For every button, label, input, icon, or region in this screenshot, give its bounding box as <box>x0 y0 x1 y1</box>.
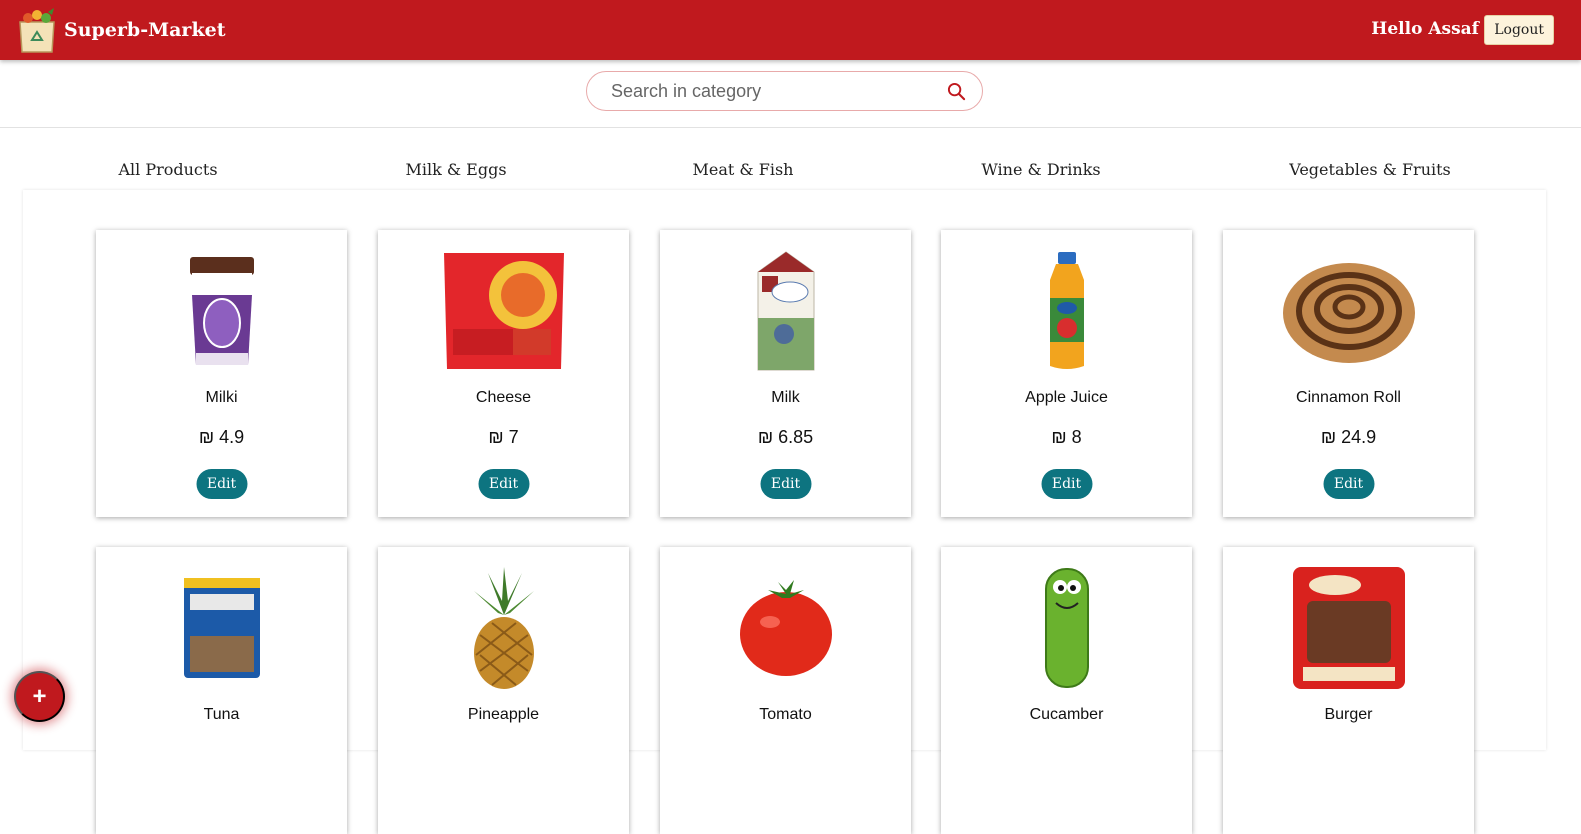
edit-button[interactable]: Edit <box>196 469 247 499</box>
product-name: Burger <box>1324 706 1373 723</box>
product-name: Tuna <box>203 706 240 723</box>
product-price: ₪ 7 <box>488 427 519 447</box>
product-card-milki[interactable]: Milki ₪ 4.9 Edit <box>96 230 347 517</box>
user-greeting: Hello Assaf <box>1371 19 1479 39</box>
product-card-burger[interactable]: Burger <box>1223 547 1474 834</box>
cucumber-image <box>997 565 1137 691</box>
edit-button[interactable]: Edit <box>1323 469 1374 499</box>
product-name: Pineapple <box>467 706 540 723</box>
product-card-tomato[interactable]: Tomato <box>660 547 911 834</box>
product-card-pineapple[interactable]: Pineapple <box>378 547 629 834</box>
product-card-milk[interactable]: Milk ₪ 6.85 Edit <box>660 230 911 517</box>
product-name: Tomato <box>759 706 812 723</box>
product-name: Cheese <box>475 389 532 406</box>
category-search-box <box>586 71 983 111</box>
tab-milk-eggs[interactable]: Milk & Eggs <box>405 160 506 179</box>
edit-button[interactable]: Edit <box>478 469 529 499</box>
shopping-bag-logo-icon <box>19 8 55 53</box>
product-price: ₪ 4.9 <box>198 427 245 447</box>
product-name: Milki <box>205 389 238 406</box>
logout-button[interactable]: Logout <box>1484 15 1554 45</box>
cheese-image <box>434 248 574 374</box>
tomato-image <box>716 565 856 691</box>
apple-juice-image <box>997 248 1137 374</box>
product-name: Cinnamon Roll <box>1296 389 1401 406</box>
product-card-tuna[interactable]: Tuna <box>96 547 347 834</box>
pineapple-image <box>434 565 574 691</box>
brand-name: Superb-Market <box>64 19 226 41</box>
milki-image <box>152 248 292 374</box>
add-product-button[interactable]: + <box>14 671 65 722</box>
product-card-cinnamon-roll[interactable]: Cinnamon Roll ₪ 24.9 Edit <box>1223 230 1474 517</box>
tab-meat-fish[interactable]: Meat & Fish <box>693 160 794 179</box>
tab-vegetables-fruits[interactable]: Vegetables & Fruits <box>1289 160 1451 179</box>
product-card-apple-juice[interactable]: Apple Juice ₪ 8 Edit <box>941 230 1192 517</box>
search-icon[interactable] <box>947 82 966 101</box>
top-navbar: Superb-Market Hello Assaf Logout <box>0 0 1581 60</box>
category-tabs: All Products Milk & Eggs Meat & Fish Win… <box>0 160 1581 186</box>
edit-button[interactable]: Edit <box>760 469 811 499</box>
product-price: ₪ 24.9 <box>1320 427 1377 447</box>
brand[interactable]: Superb-Market <box>14 6 225 54</box>
burger-image <box>1279 565 1419 691</box>
milk-image <box>716 248 856 374</box>
search-input[interactable] <box>611 80 931 102</box>
tab-wine-drinks[interactable]: Wine & Drinks <box>981 160 1100 179</box>
product-price: ₪ 6.85 <box>757 427 814 447</box>
tuna-image <box>152 565 292 691</box>
product-name: Milk <box>771 389 800 406</box>
product-name: Cucamber <box>1029 706 1104 723</box>
tab-all-products[interactable]: All Products <box>118 160 217 179</box>
product-card-cheese[interactable]: Cheese ₪ 7 Edit <box>378 230 629 517</box>
edit-button[interactable]: Edit <box>1041 469 1092 499</box>
product-name: Apple Juice <box>1025 389 1108 406</box>
header-divider <box>0 127 1581 128</box>
cinnamon-roll-image <box>1279 248 1419 374</box>
product-card-cucumber[interactable]: Cucamber <box>941 547 1192 834</box>
product-price: ₪ 8 <box>1051 427 1082 447</box>
